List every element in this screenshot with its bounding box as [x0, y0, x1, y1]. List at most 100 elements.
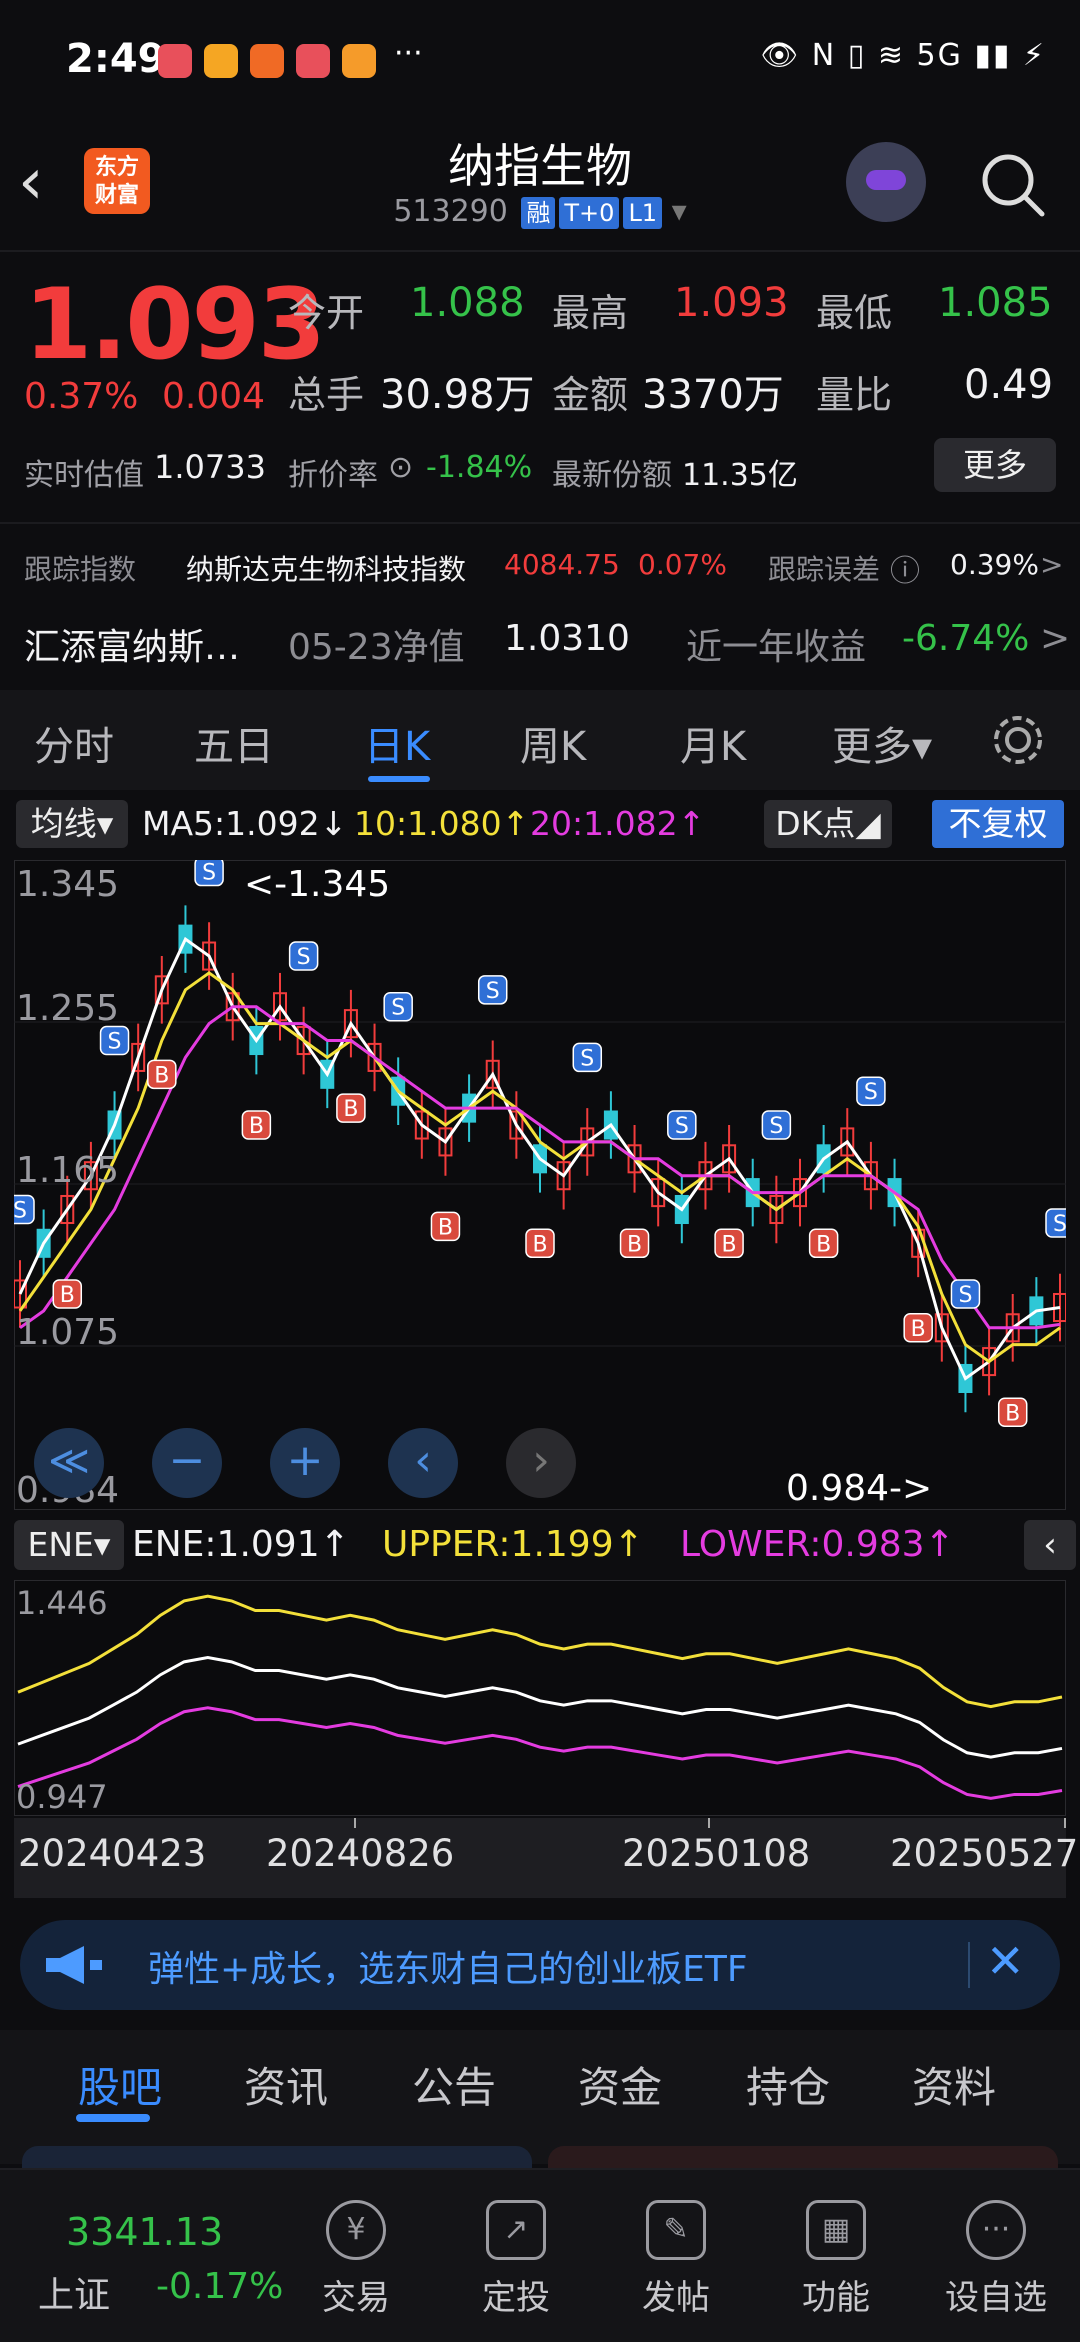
- quote-panel: 1.093 0.37% 0.004 今开 1.088 最高 1.093 最低 1…: [0, 250, 1080, 692]
- gear-icon: [994, 716, 1042, 764]
- y-axis-mid: 1.075: [16, 1312, 119, 1353]
- scroll-right-button[interactable]: ›: [506, 1428, 576, 1498]
- ene-svg: 1.446 0.947: [13, 1579, 1067, 1817]
- robot-assistant-avatar[interactable]: [846, 142, 926, 222]
- buy-signal-marker: B: [525, 1228, 555, 1259]
- volume-ratio-label: 量比: [816, 373, 893, 417]
- scroll-left-button[interactable]: ‹: [388, 1428, 458, 1498]
- tab-five-day[interactable]: 五日: [194, 714, 274, 772]
- kline-chart[interactable]: S B S B S B S B S B S B S B S B S B S B S B S 1.345 1.255 1.16…: [5, 856, 1075, 1511]
- tab-more[interactable]: 更多▾: [832, 714, 932, 772]
- iopv-value: 1.0733: [154, 448, 266, 486]
- tab-holdings[interactable]: 持仓: [746, 2054, 830, 2115]
- help-icon[interactable]: ⓘ: [890, 546, 920, 590]
- tracking-error-value: 0.39%: [950, 548, 1039, 581]
- huawei-icon: [296, 44, 330, 78]
- content-tabs: 股吧 资讯 公告 资金 持仓 资料: [0, 2030, 1080, 2164]
- buy-signal-marker: B: [52, 1279, 83, 1309]
- nav-add-watchlist[interactable]: ··· 设自选: [936, 2200, 1056, 2319]
- open-value: 1.088: [410, 280, 525, 326]
- settings-button[interactable]: [990, 712, 1046, 772]
- l1-tag: L1: [623, 197, 663, 229]
- tab-monthly-k[interactable]: 月K: [680, 714, 746, 772]
- ma5-value: MA5:1.092↓: [142, 804, 348, 843]
- ene-indicator-row: ENE▾ ENE:1.091↑ UPPER:1.199↑ LOWER:0.983…: [0, 1514, 1080, 1578]
- status-icons: 👁 N ▯ ≋ 5G ▮▮ ⚡: [760, 38, 1046, 73]
- tab-capital[interactable]: 资金: [578, 2054, 662, 2115]
- megaphone-icon: [46, 1946, 102, 1984]
- sell-signal-marker: S: [288, 941, 319, 971]
- header: ‹ 东方 财富 纳指生物 513290 融 T+0 L1 ▾: [0, 120, 1080, 250]
- nav-label: 交易: [322, 2278, 390, 2318]
- status-bar: 2:49 ··· 👁 N ▯ ≋ 5G ▮▮ ⚡: [0, 0, 1080, 120]
- sell-signal-marker: S: [99, 1025, 130, 1056]
- nav-trade[interactable]: ¥ 交易: [296, 2200, 416, 2319]
- tab-news[interactable]: 资讯: [244, 2054, 328, 2115]
- discount-value: -1.84%: [426, 450, 533, 485]
- buy-signal-marker: B: [808, 1228, 839, 1259]
- svg-text:B: B: [1005, 1401, 1020, 1426]
- min-price-note: 0.984->: [786, 1468, 932, 1509]
- grid-icon: ▦: [806, 2200, 866, 2260]
- sell-signal-marker: S: [194, 856, 224, 887]
- buy-signal-marker: B: [147, 1059, 177, 1090]
- adjust-button[interactable]: 不复权: [932, 800, 1064, 848]
- svg-text:S: S: [1053, 1212, 1066, 1237]
- return-label: 近一年收益: [686, 627, 867, 668]
- nav-post[interactable]: ✎ 发帖: [616, 2200, 736, 2319]
- tab-forum[interactable]: 股吧: [78, 2054, 162, 2115]
- nav-functions[interactable]: ▦ 功能: [776, 2200, 896, 2319]
- back-button[interactable]: ‹: [18, 150, 78, 220]
- low-label: 最低: [816, 291, 893, 335]
- ma-selector[interactable]: 均线▾: [16, 800, 128, 848]
- ma10-value: 10:1.080↑: [354, 804, 530, 843]
- high-label: 最高: [552, 291, 629, 335]
- zoom-out-button[interactable]: −: [152, 1428, 222, 1498]
- high-value: 1.093: [674, 280, 789, 326]
- index-value: 3341.13: [66, 2210, 224, 2254]
- ma20-value: 20:1.082↑: [530, 804, 706, 843]
- y-axis-mid: 1.165: [16, 1150, 119, 1191]
- info-icon[interactable]: ⊙: [388, 450, 413, 485]
- buy-signal-marker: B: [714, 1228, 744, 1259]
- search-button[interactable]: [978, 150, 1048, 220]
- ene-chart[interactable]: 1.446 0.947: [13, 1579, 1067, 1817]
- change-percent: 0.37%: [24, 376, 139, 417]
- close-icon[interactable]: ✕: [986, 1934, 1025, 1988]
- tab-intraday[interactable]: 分时: [34, 714, 114, 772]
- fund-row[interactable]: 汇添富纳斯… 05-23净值 1.0310 近一年收益 -6.74% >: [0, 604, 1080, 674]
- chevron-right-icon: >: [1040, 618, 1071, 659]
- nav-auto-invest[interactable]: ↗ 定投: [456, 2200, 576, 2319]
- chart-period-tabs: 分时 五日 日K 周K 月K 更多▾: [0, 690, 1080, 790]
- last-price: 1.093: [24, 268, 326, 382]
- zoom-in-button[interactable]: +: [270, 1428, 340, 1498]
- tab-profile[interactable]: 资料: [912, 2054, 996, 2115]
- tracking-index-row[interactable]: 跟踪指数 纳斯达克生物科技指数 4084.75 0.07% 跟踪误差 ⓘ 0.3…: [0, 534, 1080, 594]
- search-icon: [982, 154, 1045, 217]
- amount-value: 3370万: [642, 372, 784, 418]
- tracking-index-value: 4084.75: [504, 548, 620, 581]
- ad-banner[interactable]: 弹性+成长，选东财自己的创业板ETF ✕: [20, 1920, 1060, 2010]
- chart-icon: ↗: [486, 2200, 546, 2260]
- svg-text:B: B: [60, 1283, 75, 1308]
- index-ticker[interactable]: 3341.13 上证 -0.17%: [0, 2170, 283, 2340]
- tab-daily-k[interactable]: 日K: [364, 714, 430, 772]
- nav-label: 功能: [802, 2278, 870, 2318]
- svg-text:B: B: [438, 1215, 453, 1240]
- collapse-button[interactable]: ‹: [1024, 1520, 1076, 1570]
- more-button[interactable]: 更多: [934, 438, 1056, 492]
- tab-weekly-k[interactable]: 周K: [520, 714, 586, 772]
- ene-y-bottom: 0.947: [16, 1778, 108, 1816]
- sell-signal-marker: S: [477, 975, 508, 1005]
- ene-selector[interactable]: ENE▾: [14, 1520, 124, 1570]
- svg-text:S: S: [580, 1046, 594, 1071]
- stock-code-line[interactable]: 513290 融 T+0 L1 ▾: [300, 194, 780, 229]
- volume-value: 30.98万: [380, 372, 535, 418]
- dk-point-button[interactable]: DK点◢: [764, 800, 892, 848]
- stock-code: 513290: [393, 194, 508, 229]
- scroll-start-button[interactable]: ≪: [34, 1428, 104, 1498]
- tab-announcements[interactable]: 公告: [412, 2054, 496, 2115]
- buy-signal-marker: B: [241, 1110, 272, 1140]
- status-time: 2:49: [66, 36, 166, 82]
- divider: [968, 1942, 970, 1988]
